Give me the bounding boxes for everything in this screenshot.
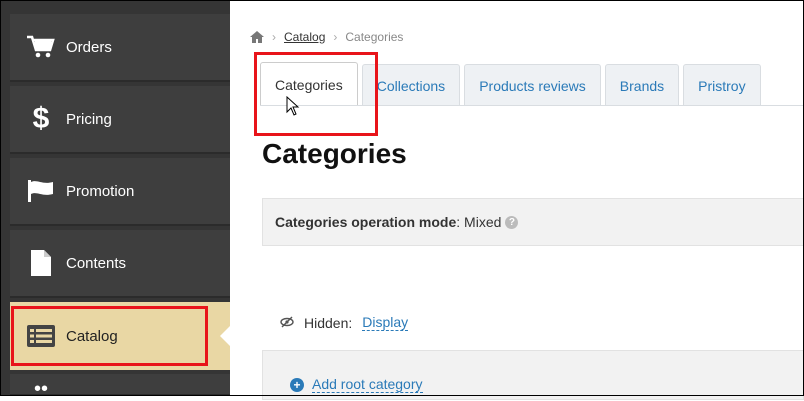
sidebar-item-label: Pricing bbox=[66, 110, 112, 128]
page-title: Categories bbox=[262, 138, 407, 169]
breadcrumb-separator: › bbox=[272, 30, 276, 44]
mouse-cursor-icon bbox=[286, 95, 300, 121]
main-content: › Catalog › Categories Categories Collec… bbox=[230, 0, 804, 400]
active-item-indicator bbox=[220, 326, 230, 346]
sidebar-item-label: Contents bbox=[66, 254, 127, 272]
hidden-label: Hidden: bbox=[304, 314, 353, 331]
hidden-row: Hidden: Display bbox=[280, 314, 409, 331]
dollar-icon: $ bbox=[32, 102, 50, 135]
plus-circle-icon: + bbox=[290, 377, 304, 392]
eye-slash-icon bbox=[280, 315, 294, 331]
tab-brands[interactable]: Brands bbox=[604, 64, 680, 106]
sidebar-item-catalog[interactable]: Catalog bbox=[10, 302, 230, 370]
mode-panel: Categories operation mode : Mixed ? bbox=[262, 198, 804, 246]
list-icon bbox=[24, 319, 58, 353]
mode-colon: : bbox=[456, 214, 465, 230]
document-icon bbox=[24, 246, 58, 280]
tab-collections[interactable]: Collections bbox=[361, 64, 461, 106]
breadcrumb: › Catalog › Categories bbox=[250, 30, 403, 44]
sidebar: Orders $ Pricing Promotion Contents Cata… bbox=[0, 0, 230, 400]
sidebar-item-label: Promotion bbox=[66, 182, 135, 200]
sidebar-item-label: Orders bbox=[66, 38, 112, 56]
tab-products-reviews[interactable]: Products reviews bbox=[464, 64, 601, 106]
flag-icon bbox=[24, 174, 58, 208]
sidebar-item-pricing[interactable]: $ Pricing bbox=[10, 86, 230, 154]
sidebar-item-contents[interactable]: Contents bbox=[10, 230, 230, 298]
breadcrumb-current: Categories bbox=[345, 30, 404, 44]
mode-value: Mixed bbox=[464, 214, 502, 230]
help-icon[interactable]: ? bbox=[505, 215, 519, 229]
mode-label: Categories operation mode bbox=[275, 214, 457, 230]
tab-pristroy[interactable]: Pristroy bbox=[683, 64, 761, 106]
sidebar-item-orders[interactable]: Orders bbox=[10, 14, 230, 82]
add-root-category[interactable]: + Add root category bbox=[290, 376, 423, 393]
cart-icon bbox=[24, 30, 58, 64]
tab-bar: Categories Collections Products reviews … bbox=[260, 62, 765, 106]
sidebar-item-promotion[interactable]: Promotion bbox=[10, 158, 230, 226]
tabs-divider bbox=[260, 105, 804, 106]
breadcrumb-separator: › bbox=[333, 30, 338, 44]
breadcrumb-catalog-link[interactable]: Catalog bbox=[284, 30, 325, 44]
display-link[interactable]: Display bbox=[362, 314, 409, 331]
home-icon[interactable] bbox=[250, 31, 264, 43]
tab-categories[interactable]: Categories bbox=[260, 62, 358, 106]
add-root-category-link[interactable]: Add root category bbox=[312, 376, 423, 393]
sidebar-item-label: Catalog bbox=[66, 327, 118, 345]
sidebar-item-more[interactable]: •• bbox=[10, 374, 230, 400]
